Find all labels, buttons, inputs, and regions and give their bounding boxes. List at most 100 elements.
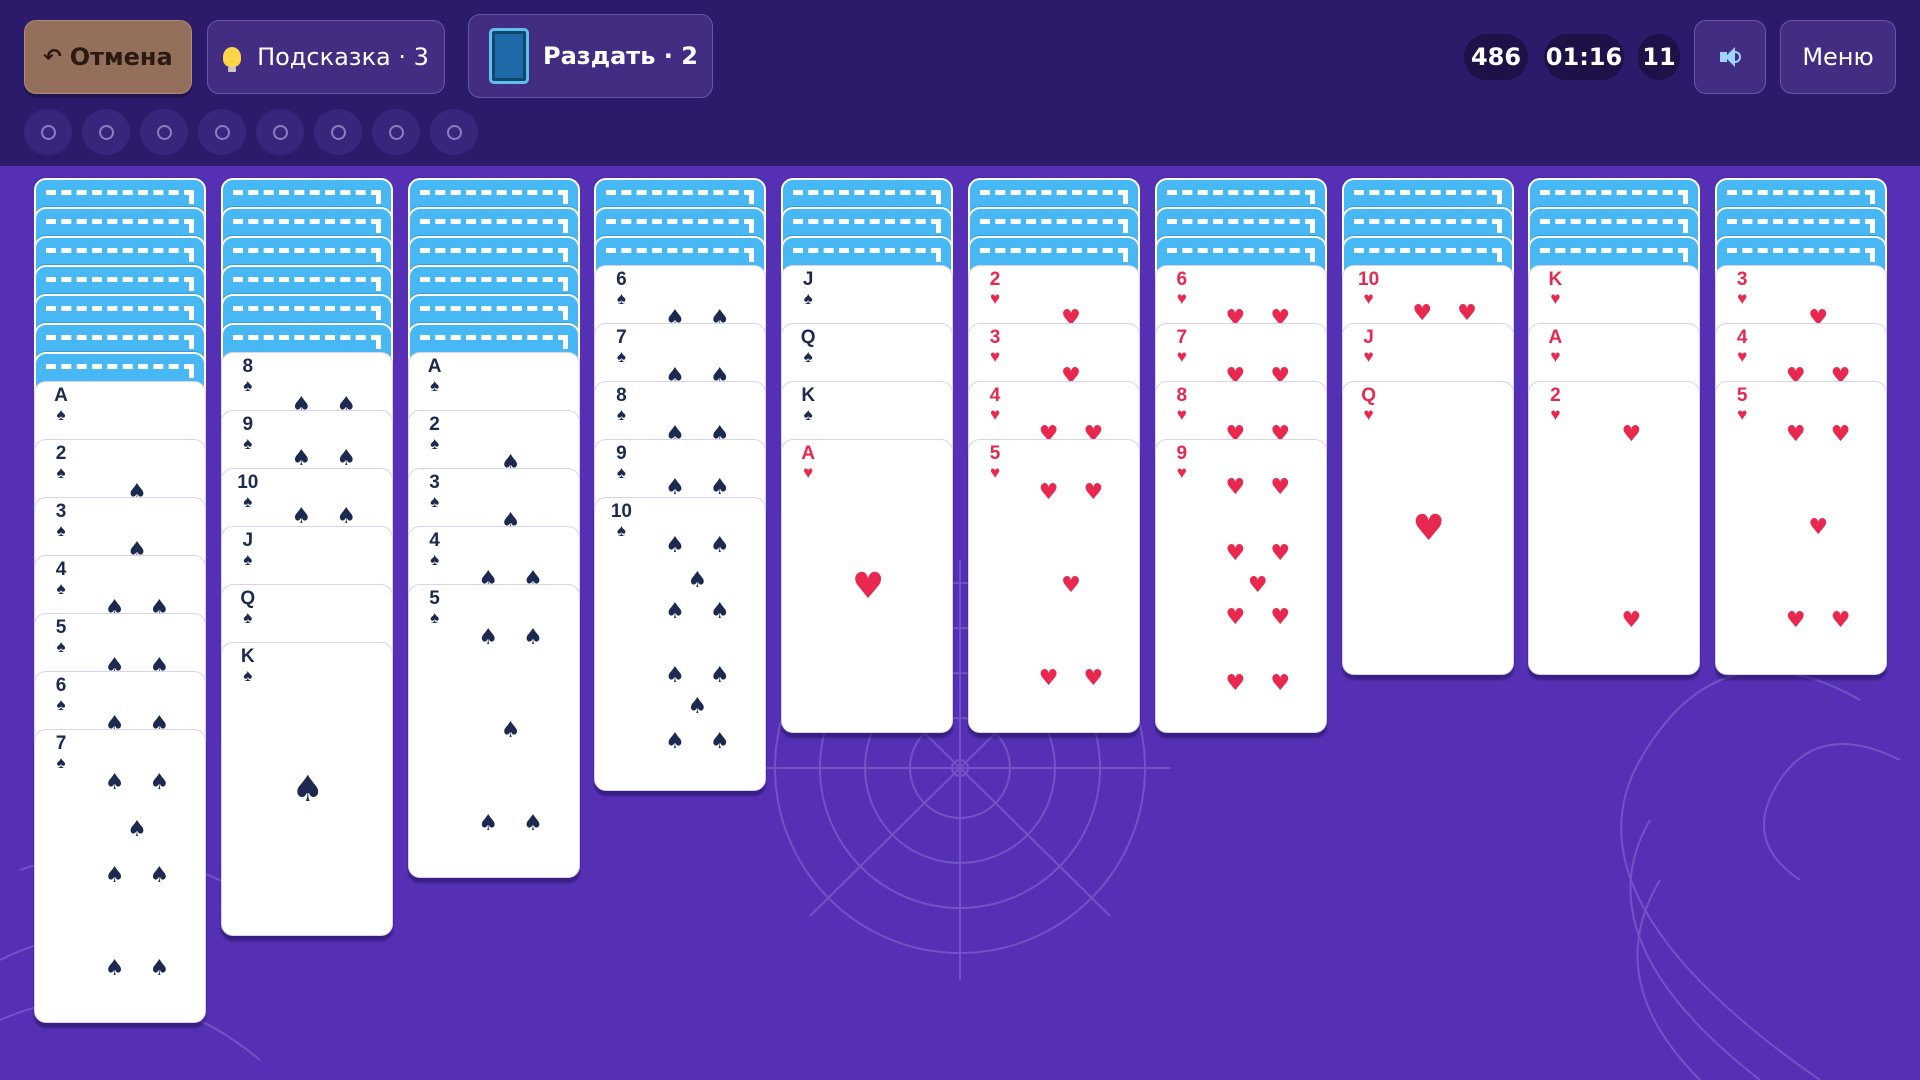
heart-pip-icon: ♥	[1083, 665, 1104, 691]
hint-button[interactable]: Подсказка · 3	[207, 20, 445, 94]
card-rank-label: 4 ♥	[979, 386, 1011, 424]
spade-pip-icon: ♠	[149, 955, 170, 981]
deal-button[interactable]: Раздать · 2	[468, 14, 713, 98]
spade-pip-icon: ♠	[500, 718, 521, 743]
card-rank: A	[54, 385, 68, 406]
card-rank-label: 4 ♥	[1726, 328, 1758, 366]
card-rank: 4	[429, 530, 440, 551]
heart-icon: ♥	[1176, 405, 1187, 424]
card-rank-label: Q ♠	[792, 327, 824, 366]
empty-slot-ring-icon	[98, 124, 114, 140]
heart-pip-icon: ♥	[1061, 573, 1081, 598]
heart-icon: ♥	[1550, 405, 1561, 424]
spade-pip-icon: ♠	[687, 694, 708, 720]
heart-icon: ♥	[989, 347, 1001, 366]
foundation-slot	[82, 109, 130, 155]
card-rank: J	[1363, 327, 1374, 348]
heart-pip-icon: ♥	[1270, 604, 1291, 630]
spade-icon: ♠	[803, 289, 813, 308]
playing-card[interactable]: 5 ♥ ♥ ♥ ♥ ♥ ♥	[1715, 381, 1888, 675]
card-rank-label: 9 ♠	[232, 415, 264, 453]
card-rank-label: A ♠	[45, 385, 77, 424]
timer-display: 01:16	[1544, 34, 1624, 80]
spade-icon: ♠	[56, 579, 66, 598]
card-rank: Q	[800, 327, 816, 348]
playing-card[interactable]: K♠♠	[220, 642, 393, 936]
spade-pip-icon: ♠	[709, 728, 730, 754]
heart-pip-icon: ♥	[1808, 515, 1829, 540]
spade-icon: ♠	[56, 695, 66, 714]
heart-icon: ♥	[1363, 289, 1374, 308]
empty-slot-ring-icon	[214, 124, 230, 140]
card-rank-label: A ♠	[419, 357, 451, 395]
heart-pip-icon: ♥	[1412, 508, 1445, 549]
card-rank-label: 8 ♠	[232, 356, 264, 395]
heart-icon: ♥	[1176, 463, 1187, 482]
foundation-slot	[372, 109, 420, 155]
heart-pip-icon: ♥	[1083, 480, 1104, 506]
card-rank: 10	[1358, 269, 1380, 290]
spade-icon: ♠	[243, 550, 253, 569]
playing-card[interactable]: 5♠♠♠♠♠♠	[407, 584, 580, 878]
card-rank-label: 8 ♠	[605, 386, 637, 424]
card-rank-label: 6 ♥	[1166, 269, 1198, 308]
playing-card[interactable]: 9 ♥ ♥ ♥ ♥ ♥ ♥ ♥ ♥ ♥ ♥	[1154, 439, 1327, 733]
heart-pip-icon: ♥	[1830, 422, 1851, 448]
card-rank: 9	[1176, 443, 1188, 464]
spade-icon: ♠	[803, 347, 813, 366]
card-rank-label: J ♥	[1353, 327, 1385, 366]
undo-button[interactable]: ↶ Отмена	[24, 20, 192, 94]
empty-slot-ring-icon	[446, 124, 462, 140]
playing-card[interactable]: 7♠♠♠♠♠♠♠♠	[34, 729, 206, 1023]
card-rank: 6	[1176, 269, 1188, 290]
card-rank-label: Q ♥	[1353, 385, 1385, 424]
card-rank: 7	[1176, 327, 1188, 348]
heart-icon: ♥	[1737, 347, 1748, 366]
heart-pip-icon: ♥	[852, 566, 885, 607]
card-rank-label: 2 ♠	[45, 444, 77, 482]
spade-pip-icon: ♠	[104, 770, 125, 796]
card-rank: 6	[55, 675, 67, 696]
spade-pip-icon: ♠	[665, 599, 685, 625]
card-rank: 9	[616, 443, 627, 464]
spade-icon: ♠	[616, 347, 626, 366]
heart-pip-icon: ♥	[1785, 422, 1806, 448]
playing-card[interactable]: Q ♥ ♥	[1341, 381, 1514, 675]
spade-icon: ♠	[56, 637, 66, 656]
empty-slot-ring-icon	[40, 124, 56, 140]
card-rank: 3	[429, 472, 440, 493]
card-rank-label: 9 ♠	[605, 443, 637, 482]
heart-pip-icon: ♥	[1830, 607, 1851, 633]
deal-label: Раздать · 2	[543, 42, 698, 70]
card-rank-label: Q ♠	[232, 589, 264, 627]
spade-icon: ♠	[803, 405, 813, 424]
spade-icon: ♠	[56, 463, 66, 482]
spade-icon: ♠	[56, 521, 66, 540]
heart-pip-icon: ♥	[1621, 422, 1642, 448]
card-rank: 5	[989, 443, 1001, 464]
card-rank: J	[802, 269, 814, 290]
menu-button[interactable]: Меню	[1780, 20, 1896, 94]
sound-toggle-button[interactable]	[1694, 20, 1766, 94]
spade-icon: ♠	[616, 405, 626, 424]
playing-card[interactable]: 5 ♥ ♥ ♥ ♥ ♥ ♥	[968, 439, 1140, 733]
card-rank: 8	[242, 356, 254, 377]
spade-icon: ♠	[430, 550, 440, 569]
card-rank-label: K ♠	[232, 647, 264, 685]
playing-card[interactable]: A♥♥	[781, 439, 954, 733]
spade-icon: ♠	[616, 521, 626, 540]
spade-icon: ♠	[243, 376, 253, 395]
card-rank-label: 5 ♠	[45, 618, 77, 656]
playing-card[interactable]: 2♥♥♥	[1528, 381, 1701, 675]
heart-pip-icon: ♥	[1621, 607, 1642, 633]
card-rank-label: 2 ♥	[979, 270, 1011, 308]
spade-icon: ♠	[243, 434, 253, 453]
spade-icon: ♠	[56, 753, 66, 772]
heart-pip-icon: ♥	[1785, 607, 1806, 633]
card-rank: Q	[1361, 385, 1376, 406]
card-rank-label: 5 ♠	[419, 589, 451, 627]
spade-icon: ♠	[243, 608, 253, 627]
speaker-icon	[1718, 45, 1742, 69]
playing-card[interactable]: 10♠♠♠♠♠♠♠♠♠♠♠	[594, 497, 767, 791]
card-rank-label: 6 ♠	[605, 270, 637, 308]
